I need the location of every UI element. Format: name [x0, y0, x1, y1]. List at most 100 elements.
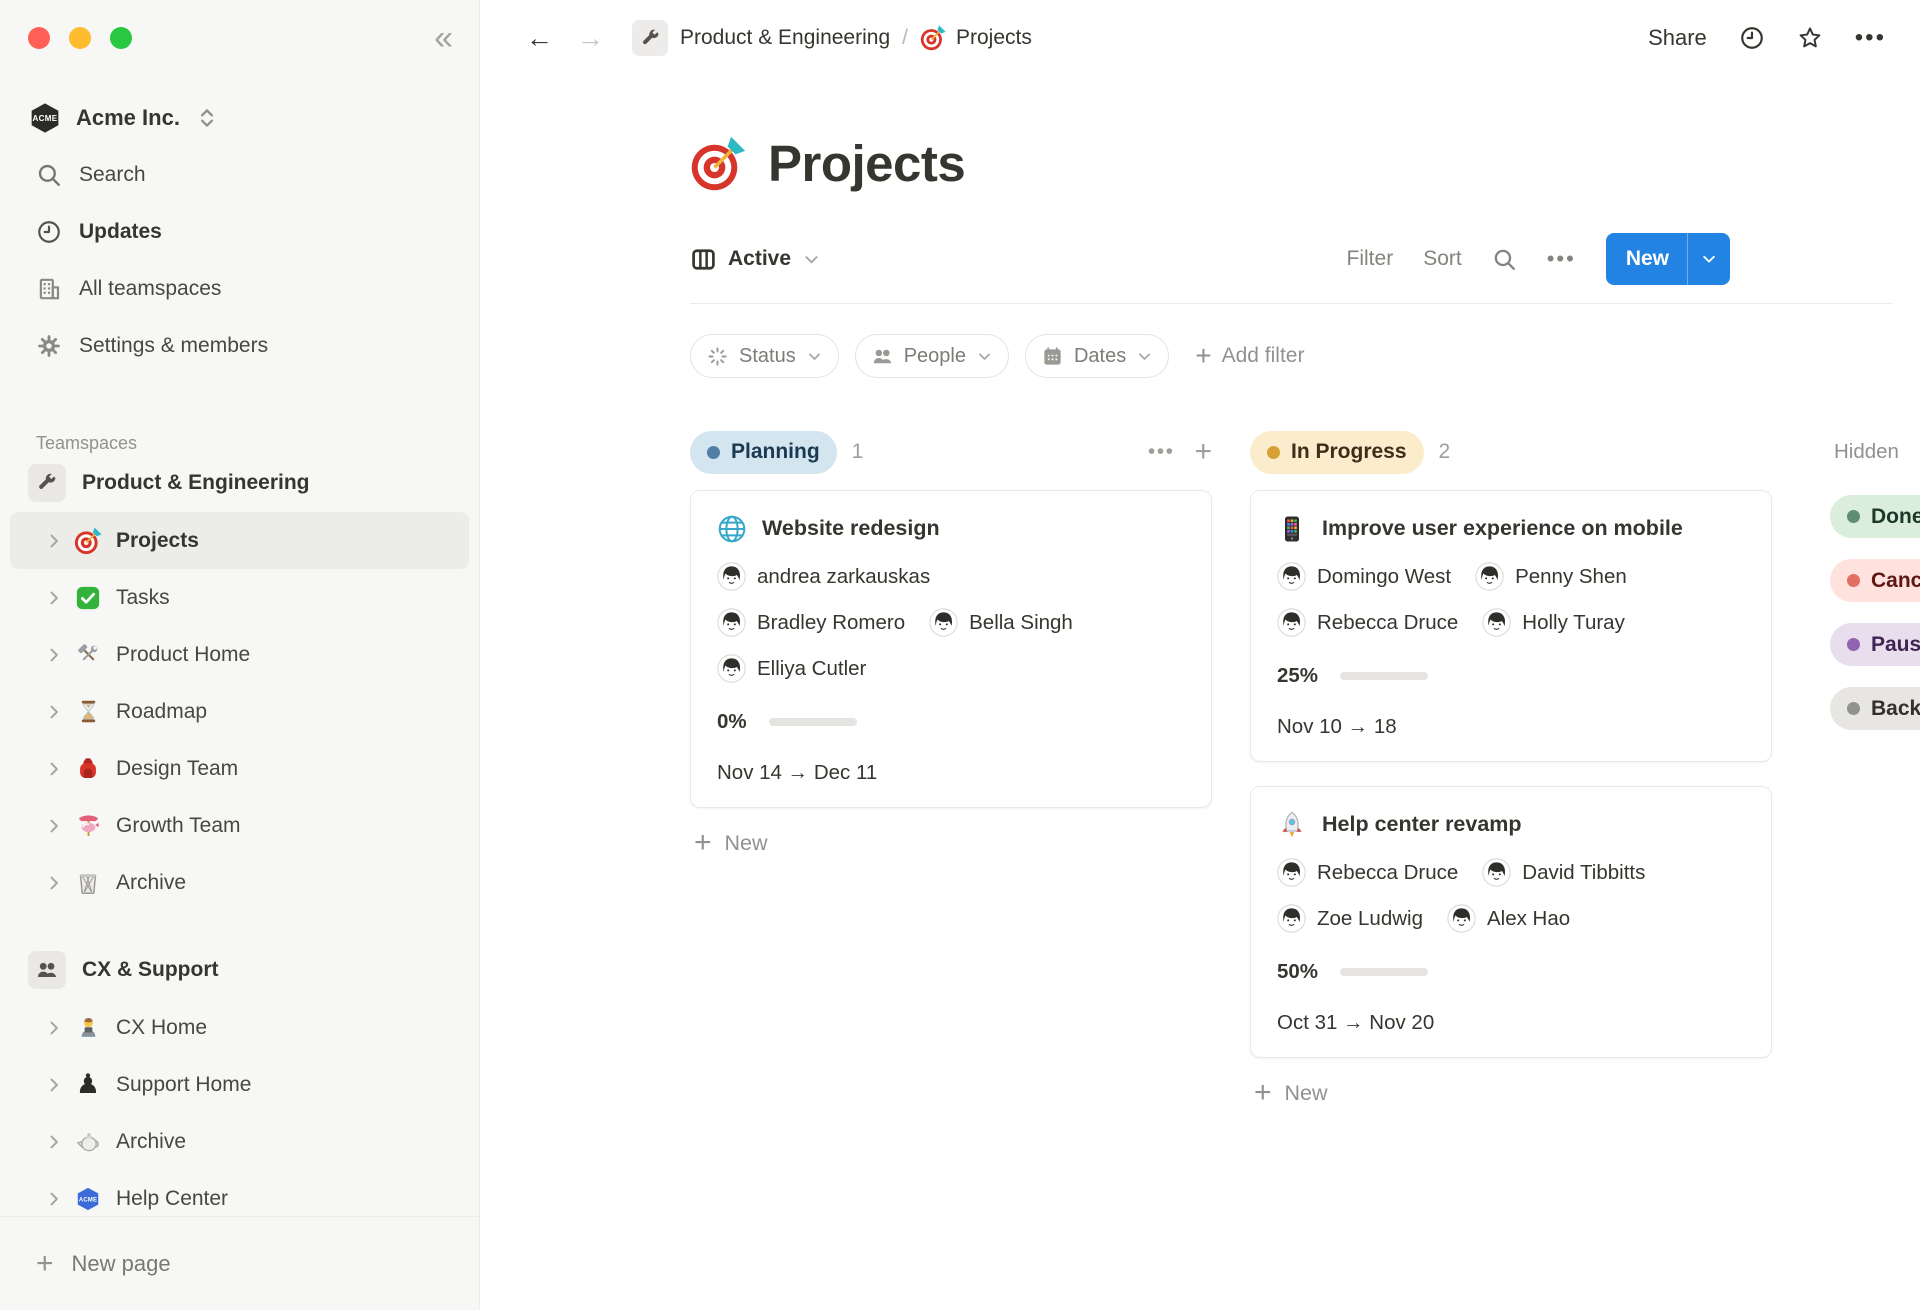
person-name: David Tibbitts	[1522, 861, 1645, 885]
more-icon[interactable]: •••	[1855, 24, 1886, 52]
plus-icon: +	[1195, 342, 1211, 370]
backpack-icon	[74, 755, 102, 783]
minimize-window-button[interactable]	[69, 27, 91, 49]
progress-row: 25%	[1277, 664, 1745, 688]
add-card-button[interactable]: + New	[690, 828, 1212, 858]
hidden-status-done[interactable]: Done	[1830, 495, 1920, 538]
status-pill-in-progress[interactable]: In Progress	[1250, 431, 1424, 474]
status-pill-planning[interactable]: Planning	[690, 431, 837, 474]
sidebar-item-projects[interactable]: Projects	[10, 512, 469, 569]
people-filter-chip[interactable]: People	[855, 334, 1009, 378]
sort-button[interactable]: Sort	[1423, 247, 1462, 271]
sidebar-item-tasks[interactable]: Tasks	[10, 569, 469, 626]
progress-track	[769, 718, 857, 726]
progress-label: 0%	[717, 710, 747, 734]
sidebar-item-settings[interactable]: Settings & members	[0, 317, 479, 374]
avatar	[1482, 858, 1511, 887]
close-window-button[interactable]	[28, 27, 50, 49]
person: Holly Turay	[1482, 608, 1625, 637]
sidebar-item-cx-home[interactable]: CX Home	[10, 999, 469, 1056]
column-add-icon[interactable]: +	[1194, 437, 1212, 467]
clock-icon[interactable]	[1739, 25, 1765, 51]
hidden-status-backlog[interactable]: Backlog	[1830, 687, 1920, 730]
sidebar-item-roadmap[interactable]: Roadmap	[10, 683, 469, 740]
sidebar-item-growth-team[interactable]: Growth Team	[10, 797, 469, 854]
sidebar-item-label: Roadmap	[116, 700, 207, 724]
chevron-right-icon	[44, 531, 64, 551]
back-arrow-icon[interactable]: ←	[526, 25, 553, 52]
person: Elliya Cutler	[717, 654, 866, 683]
page-title[interactable]: Projects	[768, 134, 965, 193]
hidden-status-canceled[interactable]: Canceled	[1830, 559, 1920, 602]
breadcrumb-teamspace[interactable]	[632, 20, 668, 56]
sidebar-item-label: CX Home	[116, 1016, 207, 1040]
new-page-button[interactable]: + New page	[0, 1216, 479, 1310]
status-filter-chip[interactable]: Status	[690, 334, 839, 378]
gear-icon	[36, 333, 62, 359]
sidebar-item-label: Support Home	[116, 1073, 251, 1097]
sidebar-item-search[interactable]: Search	[0, 146, 479, 203]
star-icon[interactable]	[1797, 25, 1823, 51]
workspace-switcher[interactable]: ACME Acme Inc.	[0, 90, 479, 146]
sidebar-item-archive-cx[interactable]: Archive	[10, 1113, 469, 1170]
chevron-right-icon	[44, 645, 64, 665]
progress-track	[1340, 672, 1428, 680]
avatar	[1482, 608, 1511, 637]
chevron-up-down-icon	[194, 105, 220, 131]
sidebar-item-all-teamspaces[interactable]: All teamspaces	[0, 260, 479, 317]
dates-filter-chip[interactable]: Dates	[1025, 334, 1169, 378]
column-more-icon[interactable]: •••	[1148, 440, 1175, 464]
clock-icon	[36, 219, 62, 245]
hidden-status-paused[interactable]: Paused	[1830, 623, 1920, 666]
svg-text:ACME: ACME	[32, 114, 57, 123]
chip-label: People	[904, 345, 966, 368]
view-tab-active[interactable]: Active	[690, 246, 821, 273]
add-filter-button[interactable]: + Add filter	[1195, 342, 1304, 370]
avatar	[1277, 562, 1306, 591]
card-help-center-revamp[interactable]: Help center revamp Rebecca Druce David T…	[1250, 786, 1772, 1058]
search-icon[interactable]	[1492, 247, 1517, 272]
sidebar-item-support-home[interactable]: ♟ Support Home	[10, 1056, 469, 1113]
chevron-right-icon	[44, 1018, 64, 1038]
chevron-down-icon	[1700, 250, 1718, 268]
sidebar-item-updates[interactable]: Updates	[0, 203, 479, 260]
chevron-right-icon	[44, 759, 64, 779]
zoom-window-button[interactable]	[110, 27, 132, 49]
teamspace-label: CX & Support	[82, 958, 219, 982]
sidebar-collapse-icon[interactable]: «	[434, 21, 453, 55]
person: Rebecca Druce	[1277, 858, 1458, 887]
forward-arrow-icon[interactable]: →	[577, 25, 604, 52]
new-button[interactable]: New	[1606, 233, 1730, 285]
hourglass-icon	[74, 698, 102, 726]
filter-button[interactable]: Filter	[1347, 247, 1394, 271]
status-dot	[1847, 638, 1860, 651]
card-improve-ux-mobile[interactable]: Improve user experience on mobile Doming…	[1250, 490, 1772, 762]
avatar	[717, 562, 746, 591]
globe-icon	[717, 514, 747, 544]
svg-text:ACME: ACME	[79, 1197, 97, 1203]
card-title: Help center revamp	[1322, 809, 1522, 840]
sidebar-item-archive-pe[interactable]: Archive	[10, 854, 469, 911]
breadcrumb-root[interactable]: Product & Engineering	[680, 26, 890, 50]
sidebar-item-design-team[interactable]: Design Team	[10, 740, 469, 797]
teamspace-cx-support[interactable]: CX & Support	[0, 941, 479, 999]
new-page-label: New page	[72, 1251, 171, 1277]
teamspace-product-engineering[interactable]: Product & Engineering	[0, 454, 479, 512]
breadcrumb-current[interactable]: Projects	[920, 25, 1032, 51]
view-more-icon[interactable]: •••	[1547, 246, 1576, 272]
status-icon	[706, 345, 729, 368]
sidebar-item-label: Archive	[116, 871, 186, 895]
rocket-icon	[1277, 810, 1307, 840]
new-dropdown-button[interactable]	[1688, 250, 1730, 268]
sidebar-item-help-center[interactable]: ACME Help Center	[10, 1170, 469, 1216]
share-button[interactable]: Share	[1648, 25, 1707, 51]
chevron-right-icon	[44, 1075, 64, 1095]
main-area: ← → Product & Engineering / Projects Sha…	[480, 0, 1920, 1310]
column-count: 2	[1439, 440, 1451, 464]
sidebar-item-product-home[interactable]: Product Home	[10, 626, 469, 683]
add-card-button[interactable]: + New	[1250, 1078, 1772, 1108]
chip-label: Dates	[1074, 345, 1126, 368]
progress-label: 25%	[1277, 664, 1318, 688]
card-website-redesign[interactable]: Website redesign andrea zarkauskas Bradl…	[690, 490, 1212, 808]
person-name: Elliya Cutler	[757, 657, 866, 681]
